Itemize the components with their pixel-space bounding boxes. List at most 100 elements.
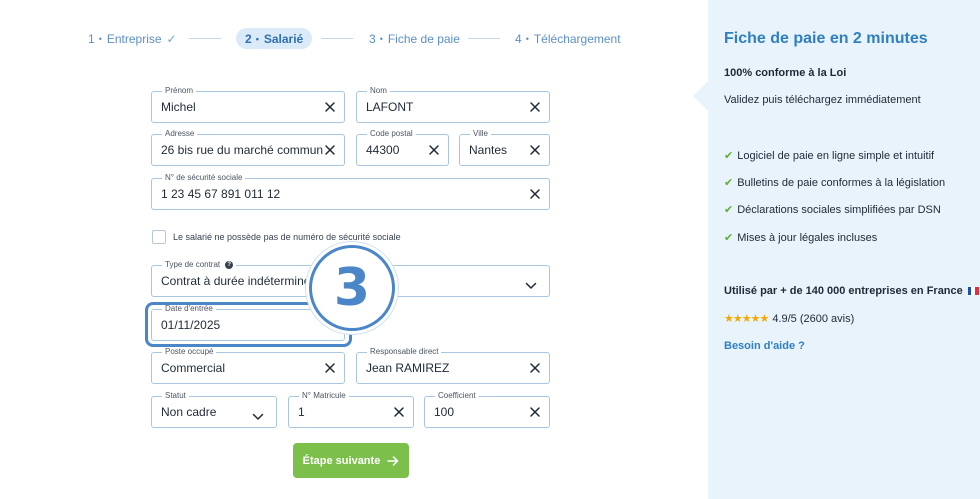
step-number: 1 bbox=[88, 31, 95, 46]
next-step-label: Étape suivante bbox=[302, 454, 381, 467]
step-connector bbox=[468, 38, 500, 39]
type-contrat-value: Contrat à durée indéterminée ( bbox=[161, 274, 325, 288]
no-secu-checkbox[interactable] bbox=[152, 230, 166, 244]
usage-stat: Utilisé par + de 140 000 entreprises en … bbox=[724, 285, 979, 297]
france-flag-icon bbox=[967, 287, 979, 295]
step-label: Fiche de paie bbox=[387, 31, 460, 46]
step-separator: • bbox=[255, 33, 259, 44]
type-contrat-label-text: Type de contrat bbox=[165, 260, 221, 269]
nom-value: LAFONT bbox=[366, 100, 414, 114]
step-number: 4 bbox=[515, 31, 522, 46]
poste-value: Commercial bbox=[161, 361, 226, 375]
nom-label: Nom bbox=[367, 86, 390, 96]
step-number-badge: 3 bbox=[309, 245, 395, 331]
panel-notch bbox=[693, 81, 708, 111]
type-contrat-label: Type de contrat? bbox=[162, 260, 237, 270]
feature-text: Mises à jour légales incluses bbox=[737, 231, 878, 244]
feature-item: ✔ Mises à jour légales incluses bbox=[724, 231, 878, 245]
next-step-button[interactable]: Étape suivante bbox=[293, 443, 409, 478]
chevron-down-icon bbox=[252, 408, 264, 420]
step-number: 2 bbox=[245, 31, 252, 46]
feature-item: ✔ Logiciel de paie en ligne simple et in… bbox=[724, 149, 935, 163]
code-postal-field[interactable]: Code postal 44300 bbox=[356, 129, 449, 166]
step-connector bbox=[189, 38, 221, 39]
feature-text: Déclarations sociales simplifiées par DS… bbox=[737, 203, 941, 216]
secu-field[interactable]: N° de sécurité sociale 1 23 45 67 891 01… bbox=[151, 173, 550, 210]
ville-label: Ville bbox=[470, 129, 491, 139]
matricule-field[interactable]: N° Matricule 1 bbox=[288, 391, 414, 428]
code-postal-label: Code postal bbox=[367, 129, 416, 139]
clear-icon[interactable] bbox=[529, 101, 541, 113]
coefficient-field[interactable]: Coefficient 100 bbox=[424, 391, 550, 428]
panel-subtitle: 100% conforme à la Loi bbox=[724, 67, 847, 79]
check-icon: ✔ bbox=[724, 177, 734, 189]
clear-icon[interactable] bbox=[428, 144, 440, 156]
prenom-label: Prénom bbox=[162, 86, 197, 96]
no-secu-checkbox-row[interactable]: Le salarié ne possède pas de numéro de s… bbox=[152, 230, 401, 244]
panel-text: Validez puis téléchargez immédiatement bbox=[724, 94, 921, 106]
step-number: 3 bbox=[369, 31, 376, 46]
chevron-down-icon bbox=[525, 277, 537, 289]
help-link[interactable]: Besoin d'aide ? bbox=[724, 340, 805, 352]
clear-icon[interactable] bbox=[529, 362, 541, 374]
matricule-value: 1 bbox=[298, 405, 305, 419]
check-icon: ✔ bbox=[724, 204, 734, 216]
adresse-value: 26 bis rue du marché commun bbox=[161, 143, 324, 157]
secu-label: N° de sécurité sociale bbox=[162, 173, 246, 183]
rating: ★★★★★ 4.9/5 (2600 avis) bbox=[724, 312, 855, 326]
clear-icon[interactable] bbox=[324, 144, 336, 156]
coefficient-value: 100 bbox=[434, 405, 455, 419]
step-separator: • bbox=[525, 33, 529, 44]
panel-title: Fiche de paie en 2 minutes bbox=[724, 30, 928, 47]
feature-text: Bulletins de paie conformes à la législa… bbox=[737, 176, 946, 189]
step-connector bbox=[321, 38, 353, 39]
adresse-label: Adresse bbox=[162, 129, 198, 139]
feature-item: ✔ Déclarations sociales simplifiées par … bbox=[724, 203, 941, 217]
usage-stat-text: Utilisé par + de 140 000 entreprises en … bbox=[724, 285, 963, 297]
arrow-right-icon bbox=[387, 455, 399, 466]
check-icon: ✔ bbox=[724, 232, 734, 244]
clear-icon[interactable] bbox=[393, 406, 405, 418]
feature-item: ✔ Bulletins de paie conformes à la légis… bbox=[724, 176, 946, 190]
responsable-value: Jean RAMIREZ bbox=[366, 361, 450, 375]
feature-text: Logiciel de paie en ligne simple et intu… bbox=[737, 149, 935, 162]
matricule-label: N° Matricule bbox=[299, 391, 349, 401]
clear-icon[interactable] bbox=[324, 362, 336, 374]
nom-field[interactable]: Nom LAFONT bbox=[356, 86, 550, 123]
poste-field[interactable]: Poste occupé Commercial bbox=[151, 347, 345, 384]
step-entreprise[interactable]: 1 • Entreprise ✓ bbox=[88, 28, 177, 49]
step-telechargement[interactable]: 4 • Téléchargement bbox=[515, 28, 621, 49]
no-secu-checkbox-label: Le salarié ne possède pas de numéro de s… bbox=[173, 232, 401, 242]
prenom-field[interactable]: Prénom Michel bbox=[151, 86, 345, 123]
adresse-field[interactable]: Adresse 26 bis rue du marché commun bbox=[151, 129, 345, 166]
coefficient-label: Coefficient bbox=[435, 391, 479, 401]
clear-icon[interactable] bbox=[529, 144, 541, 156]
rating-text: 4.9/5 (2600 avis) bbox=[772, 312, 855, 325]
prenom-value: Michel bbox=[161, 100, 196, 114]
step-separator: • bbox=[379, 33, 383, 44]
step-label: Salarié bbox=[263, 31, 304, 46]
step-separator: • bbox=[98, 33, 102, 44]
step-salarie[interactable]: 2 • Salarié bbox=[236, 28, 313, 49]
statut-value: Non cadre bbox=[161, 405, 217, 419]
checkmark-icon: ✓ bbox=[166, 31, 177, 46]
step-fiche-de-paie[interactable]: 3 • Fiche de paie bbox=[369, 28, 460, 49]
responsable-label: Responsable direct bbox=[367, 347, 442, 357]
step-number-badge-text: 3 bbox=[333, 258, 371, 318]
ville-value: Nantes bbox=[469, 143, 508, 157]
step-label: Téléchargement bbox=[533, 31, 621, 46]
clear-icon[interactable] bbox=[324, 101, 336, 113]
clear-icon[interactable] bbox=[529, 406, 541, 418]
statut-label: Statut bbox=[162, 391, 189, 401]
question-circle-icon[interactable]: ? bbox=[225, 260, 234, 269]
star-rating-icon: ★★★★★ bbox=[724, 313, 769, 325]
secu-value: 1 23 45 67 891 011 12 bbox=[161, 187, 281, 201]
code-postal-value: 44300 bbox=[366, 143, 400, 157]
step-label: Entreprise bbox=[106, 31, 162, 46]
poste-label: Poste occupé bbox=[162, 347, 217, 357]
ville-field[interactable]: Ville Nantes bbox=[459, 129, 550, 166]
statut-select[interactable]: Statut Non cadre bbox=[151, 391, 277, 428]
responsable-field[interactable]: Responsable direct Jean RAMIREZ bbox=[356, 347, 550, 384]
check-icon: ✔ bbox=[724, 150, 734, 162]
clear-icon[interactable] bbox=[529, 188, 541, 200]
